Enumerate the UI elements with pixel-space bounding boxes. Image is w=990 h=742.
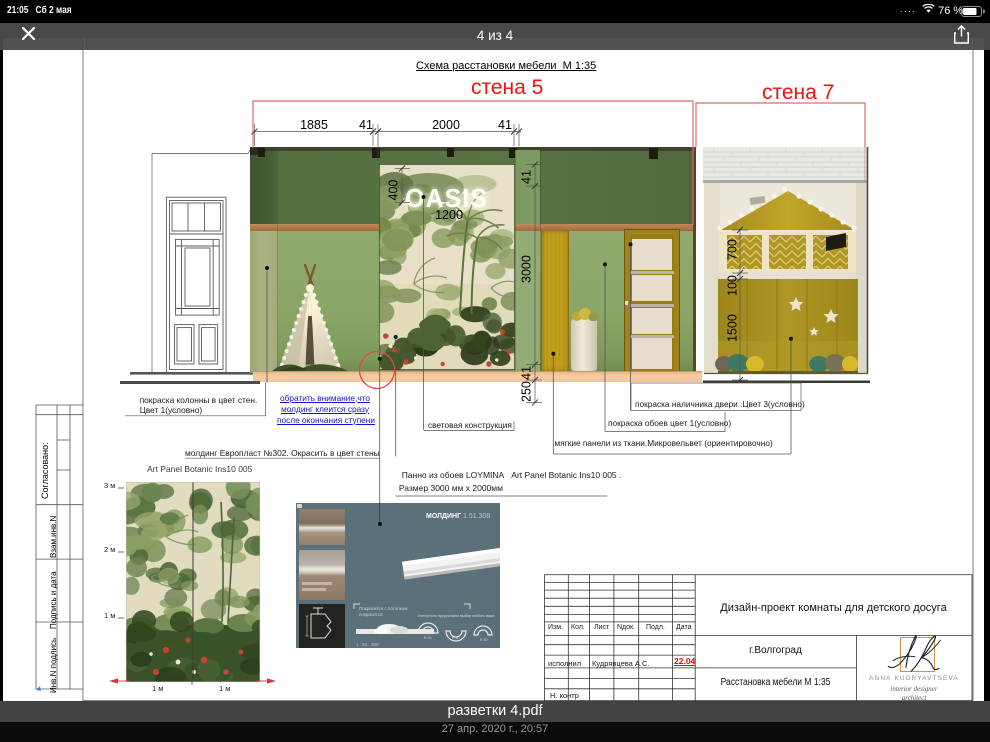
svg-text:41: 41 (359, 118, 373, 132)
svg-text:700: 700 (726, 239, 740, 260)
svg-text:2000: 2000 (432, 118, 460, 132)
svg-text:1500: 1500 (726, 314, 740, 342)
svg-text:100: 100 (726, 275, 740, 296)
svg-text:R 30: R 30 (480, 638, 487, 642)
svg-text:1200: 1200 (435, 208, 463, 222)
svg-text:41: 41 (520, 170, 534, 184)
svg-text:250: 250 (520, 381, 534, 402)
svg-text:41: 41 (498, 118, 512, 132)
svg-text:Интересно предлагаем выбор люб: Интересно предлагаем выбор любого вариан… (418, 614, 494, 618)
svg-text:Покрасится с потолком: Покрасится с потолком (359, 606, 407, 611)
svg-text:400: 400 (387, 180, 401, 201)
svg-text:R 30: R 30 (424, 636, 431, 640)
svg-text:1885: 1885 (300, 118, 328, 132)
svg-text:3000: 3000 (520, 255, 534, 283)
svg-text:R 30: R 30 (452, 636, 459, 640)
svg-text:41: 41 (520, 366, 534, 380)
svg-text:покрасится: покрасится (359, 612, 383, 617)
svg-text:1 . 51 . 309: 1 . 51 . 309 (356, 642, 379, 647)
